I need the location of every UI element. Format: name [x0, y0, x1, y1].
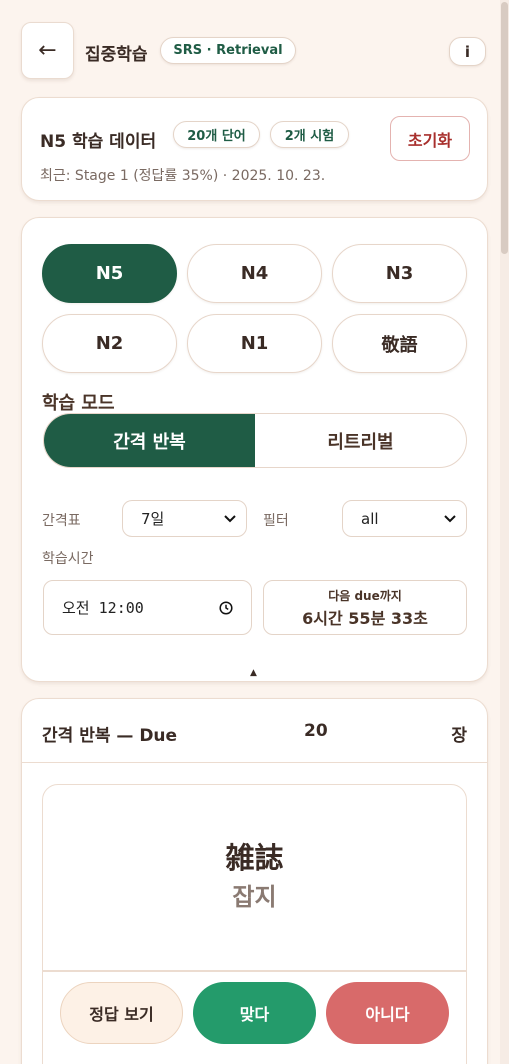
- chevron-down-icon: [444, 514, 456, 522]
- flashcard: 雑誌 잡지 정답 보기 맞다 아니다: [42, 784, 467, 1064]
- scrollbar-track[interactable]: [500, 0, 509, 1064]
- level-button-n5[interactable]: N5: [42, 244, 177, 303]
- interval-label: 간격표: [42, 513, 81, 529]
- study-header: 간격 반복 — Due 20 장: [22, 699, 487, 763]
- back-button[interactable]: ←: [21, 22, 74, 79]
- info-icon: i: [464, 42, 471, 61]
- next-due-label: 다음 due까지: [328, 588, 402, 603]
- level-button-keigo[interactable]: 敬語: [332, 314, 467, 373]
- interval-select[interactable]: 7일: [122, 500, 247, 537]
- flashcard-reading: 잡지: [232, 883, 277, 911]
- level-button-n2[interactable]: N2: [42, 314, 177, 373]
- page-title: 집중학습: [85, 45, 148, 65]
- tests-count-chip: 2개 시험: [270, 121, 349, 148]
- mode-option-spaced[interactable]: 간격 반복: [44, 414, 255, 467]
- filter-value: all: [361, 509, 379, 528]
- show-answer-button[interactable]: 정답 보기: [60, 982, 183, 1044]
- study-title: 간격 반복 — Due: [42, 726, 178, 746]
- data-card-title: N5 학습 데이터: [40, 132, 157, 152]
- study-mode-toggle: 간격 반복 리트리벌: [43, 413, 467, 468]
- next-due-box: 다음 due까지 6시간 55분 33초: [263, 580, 467, 635]
- reset-button[interactable]: 초기화: [390, 116, 470, 161]
- settings-card: N5 N4 N3 N2 N1 敬語 학습 모드 간격 반복 리트리벌 간격표 7…: [21, 217, 488, 682]
- correct-button[interactable]: 맞다: [193, 982, 316, 1044]
- info-button[interactable]: i: [449, 37, 486, 66]
- flashcard-divider: [43, 970, 466, 972]
- words-count-chip: 20개 단어: [173, 121, 260, 148]
- level-button-n1[interactable]: N1: [187, 314, 322, 373]
- wrong-button[interactable]: 아니다: [326, 982, 449, 1044]
- level-button-n3[interactable]: N3: [332, 244, 467, 303]
- filter-select[interactable]: all: [342, 500, 467, 537]
- level-button-n4[interactable]: N4: [187, 244, 322, 303]
- scrollbar-thumb[interactable]: [501, 2, 508, 254]
- study-time-label: 학습시간: [42, 551, 94, 567]
- study-time-value: 오전 12:00: [62, 599, 144, 617]
- study-mode-label: 학습 모드: [42, 393, 115, 414]
- chevron-down-icon: [224, 514, 236, 522]
- due-count-unit: 장: [451, 726, 467, 746]
- arrow-left-icon: ←: [38, 38, 57, 63]
- recent-summary: 최근: Stage 1 (정답률 35%) · 2025. 10. 23.: [40, 168, 326, 184]
- collapse-arrow-icon[interactable]: ▲: [250, 668, 257, 678]
- flashcard-word: 雑誌: [225, 841, 284, 875]
- study-card: 간격 반복 — Due 20 장 雑誌 잡지 정답 보기 맞다 아니다: [21, 698, 488, 1064]
- due-count: 20: [304, 721, 328, 741]
- filter-label: 필터: [263, 513, 289, 529]
- mode-badge: SRS · Retrieval: [160, 37, 296, 64]
- study-time-input[interactable]: 오전 12:00: [43, 580, 252, 635]
- clock-icon: [219, 600, 233, 615]
- next-due-countdown: 6시간 55분 33초: [302, 608, 428, 628]
- data-card: N5 학습 데이터 20개 단어 2개 시험 초기화 최근: Stage 1 (…: [21, 97, 488, 201]
- mode-option-retrieval[interactable]: 리트리벌: [255, 414, 466, 467]
- interval-value: 7일: [141, 510, 165, 528]
